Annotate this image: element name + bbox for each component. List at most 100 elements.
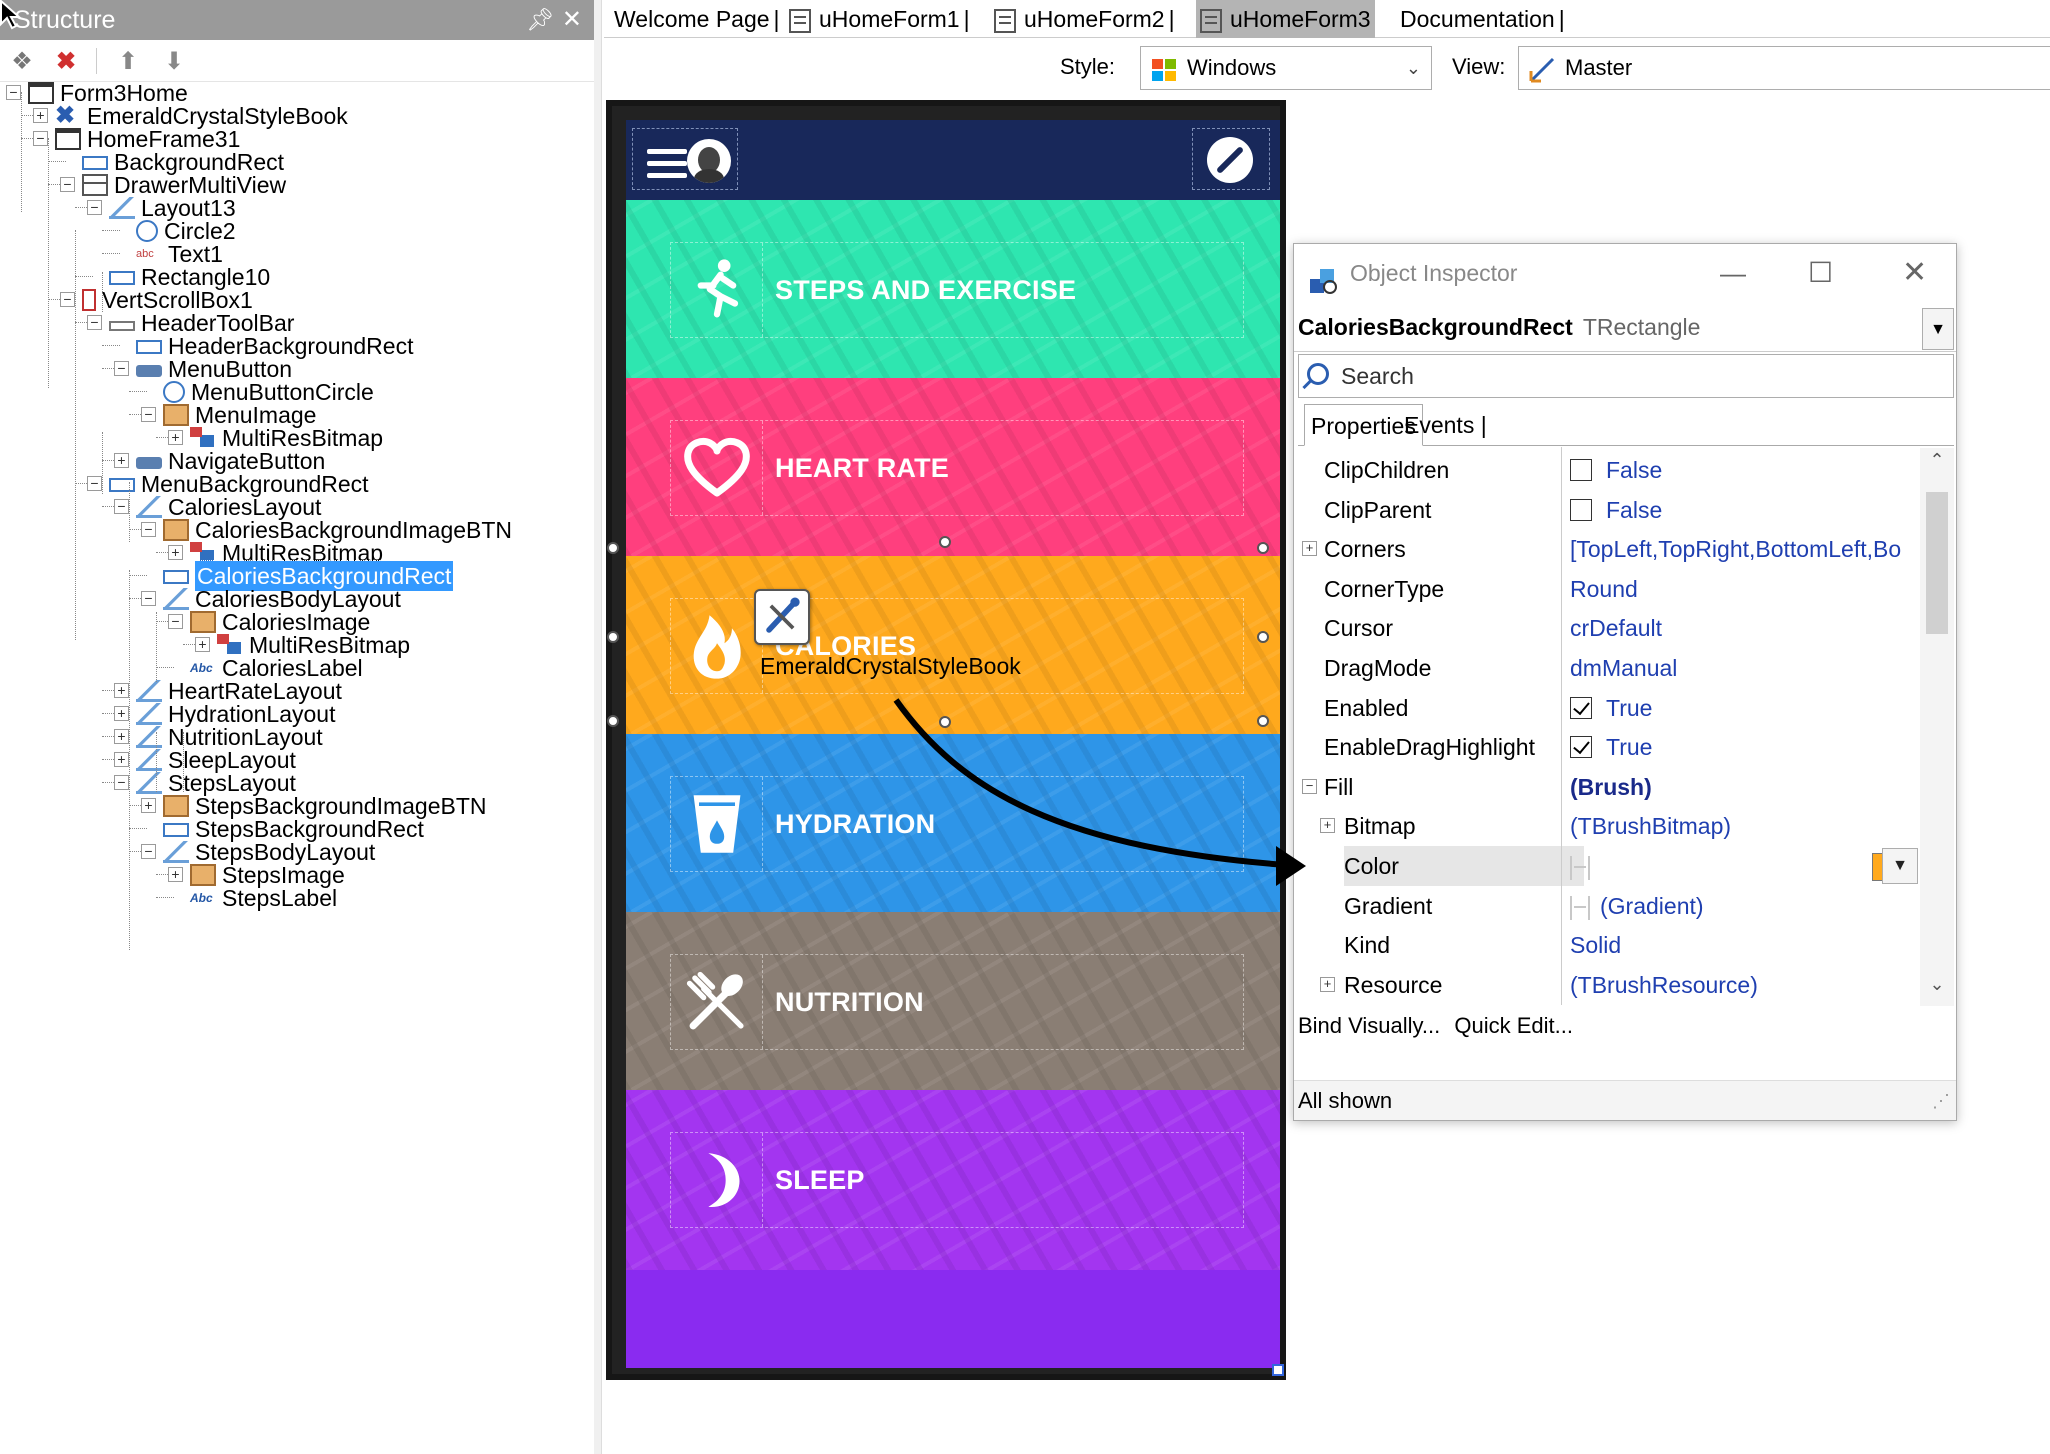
collapse-icon[interactable]: −: [1302, 778, 1317, 794]
menu-band[interactable]: SLEEP: [626, 1090, 1280, 1270]
checkbox[interactable]: [1570, 498, 1592, 521]
style-combo[interactable]: Windows ⌄: [1140, 46, 1432, 90]
scroll-thumb[interactable]: [1926, 492, 1948, 634]
form-resize-grip[interactable]: [1272, 1364, 1284, 1376]
property-grid-divider[interactable]: [1561, 447, 1562, 1005]
property-row[interactable]: ClipParent False: [1298, 490, 1918, 530]
scroll-up-icon[interactable]: ⌃: [1920, 450, 1954, 480]
property-scrollbar[interactable]: ⌃ ⌄: [1920, 448, 1954, 1006]
expand-icon[interactable]: +: [1320, 976, 1335, 992]
selection-handle[interactable]: [1257, 631, 1269, 643]
property-row[interactable]: Kind Solid: [1298, 925, 1918, 965]
collapse-icon[interactable]: −: [87, 315, 102, 330]
bind-visually-link[interactable]: Bind Visually...: [1298, 1013, 1440, 1038]
expand-icon[interactable]: +: [168, 545, 183, 560]
property-value[interactable]: True: [1570, 727, 1918, 767]
selection-handle[interactable]: [607, 631, 619, 643]
expand-icon[interactable]: +: [141, 798, 156, 813]
property-value[interactable]: Solid: [1570, 925, 1918, 965]
expand-icon[interactable]: +: [114, 453, 129, 468]
expand-icon[interactable]: +: [1302, 541, 1317, 557]
collapse-icon[interactable]: −: [6, 85, 21, 100]
selection-handle[interactable]: [607, 542, 619, 554]
menu-band[interactable]: HEART RATE: [626, 378, 1280, 558]
close-icon[interactable]: ✕: [562, 0, 582, 40]
menu-band[interactable]: STEPS AND EXERCISE: [626, 200, 1280, 380]
expand-icon[interactable]: +: [168, 430, 183, 445]
maximize-icon[interactable]: ☐: [1808, 244, 1833, 302]
property-value[interactable]: (TBrushResource): [1570, 965, 1918, 1005]
property-row[interactable]: Enabled True: [1298, 688, 1918, 728]
chevron-down-icon[interactable]: ▼: [1882, 848, 1918, 884]
move-down-icon[interactable]: ⬇: [158, 46, 190, 76]
move-up-icon[interactable]: ⬆: [112, 46, 144, 76]
property-value[interactable]: False: [1570, 490, 1918, 530]
property-row[interactable]: Gradient (Gradient): [1298, 886, 1918, 926]
collapse-icon[interactable]: −: [168, 614, 183, 629]
resize-grip-icon[interactable]: ⋰: [1932, 1081, 1950, 1121]
object-selector[interactable]: CaloriesBackgroundRect TRectangle ▼: [1294, 302, 1956, 352]
collapse-icon[interactable]: −: [60, 177, 75, 192]
collapse-icon[interactable]: −: [141, 407, 156, 422]
expand-icon[interactable]: +: [1320, 818, 1335, 834]
view-combo[interactable]: Master: [1518, 46, 2050, 90]
collapse-icon[interactable]: −: [114, 499, 129, 514]
tree-node[interactable]: Abc StepsLabel: [190, 881, 337, 911]
menu-band[interactable]: HYDRATION: [626, 734, 1280, 914]
chevron-down-icon[interactable]: ▼: [1922, 308, 1954, 350]
property-value[interactable]: (TBrushBitmap): [1570, 806, 1918, 846]
expand-icon[interactable]: +: [33, 108, 48, 123]
property-value[interactable]: False: [1570, 450, 1918, 490]
property-value[interactable]: (Gradient): [1570, 886, 1918, 926]
tab-events[interactable]: Events |: [1398, 404, 1493, 446]
property-value[interactable]: (Brush): [1570, 767, 1918, 807]
form-preview[interactable]: STEPS AND EXERCISE HEART RATE CALORIES HYDR…: [606, 100, 1286, 1380]
minimize-icon[interactable]: —: [1720, 244, 1746, 302]
property-value[interactable]: [TopLeft,TopRight,BottomLeft,Bo: [1570, 529, 1918, 569]
delete-item-icon[interactable]: ✖: [50, 46, 82, 76]
quick-edit-link[interactable]: Quick Edit...: [1454, 1013, 1573, 1038]
tab-uhomeform2[interactable]: uHomeForm2 |: [990, 0, 1179, 38]
expand-icon[interactable]: +: [114, 706, 129, 721]
selection-handle[interactable]: [939, 536, 951, 548]
property-row[interactable]: EnableDragHighlight True: [1298, 727, 1918, 767]
panel-splitter[interactable]: [594, 0, 602, 1454]
tab-documentation[interactable]: Documentation |: [1396, 0, 1569, 38]
collapse-icon[interactable]: −: [60, 292, 75, 307]
property-row[interactable]: + Bitmap (TBrushBitmap): [1298, 806, 1918, 846]
expand-icon[interactable]: +: [114, 729, 129, 744]
property-row[interactable]: − Fill (Brush): [1298, 767, 1918, 807]
checkbox[interactable]: [1570, 458, 1592, 481]
tab-uhomeform1[interactable]: uHomeForm1 |: [785, 0, 974, 38]
property-row[interactable]: ClipChildren False: [1298, 450, 1918, 490]
property-value[interactable]: True: [1570, 688, 1918, 728]
expand-icon[interactable]: +: [168, 867, 183, 882]
expand-icon[interactable]: +: [114, 683, 129, 698]
selection-handle[interactable]: [1257, 715, 1269, 727]
navigate-button[interactable]: [1192, 128, 1270, 190]
scroll-down-icon[interactable]: ⌄: [1920, 974, 1954, 1004]
selection-handle[interactable]: [939, 716, 951, 728]
checkbox[interactable]: [1570, 736, 1592, 759]
search-input[interactable]: Search: [1298, 354, 1954, 398]
checkbox[interactable]: [1570, 696, 1592, 719]
tab-welcome-page[interactable]: Welcome Page |: [610, 0, 784, 38]
collapse-icon[interactable]: −: [114, 775, 129, 790]
expand-icon[interactable]: +: [195, 637, 210, 652]
expand-icon[interactable]: +: [114, 752, 129, 767]
property-row[interactable]: Color#FFFFA91D▼: [1298, 846, 1918, 886]
collapse-icon[interactable]: −: [33, 131, 48, 146]
add-item-icon[interactable]: ❖: [6, 46, 38, 76]
tab-uhomeform3[interactable]: uHomeForm3: [1196, 0, 1375, 38]
menu-button[interactable]: [632, 128, 738, 190]
collapse-icon[interactable]: −: [141, 844, 156, 859]
pin-icon[interactable]: 📌︎: [526, 0, 554, 40]
collapse-icon[interactable]: −: [87, 476, 102, 491]
selection-handle[interactable]: [607, 715, 619, 727]
collapse-icon[interactable]: −: [87, 200, 102, 215]
property-row[interactable]: + Resource (TBrushResource): [1298, 965, 1918, 1005]
menu-band[interactable]: CALORIES: [626, 556, 1280, 736]
property-row[interactable]: DragMode dmManual: [1298, 648, 1918, 688]
property-value[interactable]: crDefault: [1570, 608, 1918, 648]
property-row[interactable]: Cursor crDefault: [1298, 608, 1918, 648]
